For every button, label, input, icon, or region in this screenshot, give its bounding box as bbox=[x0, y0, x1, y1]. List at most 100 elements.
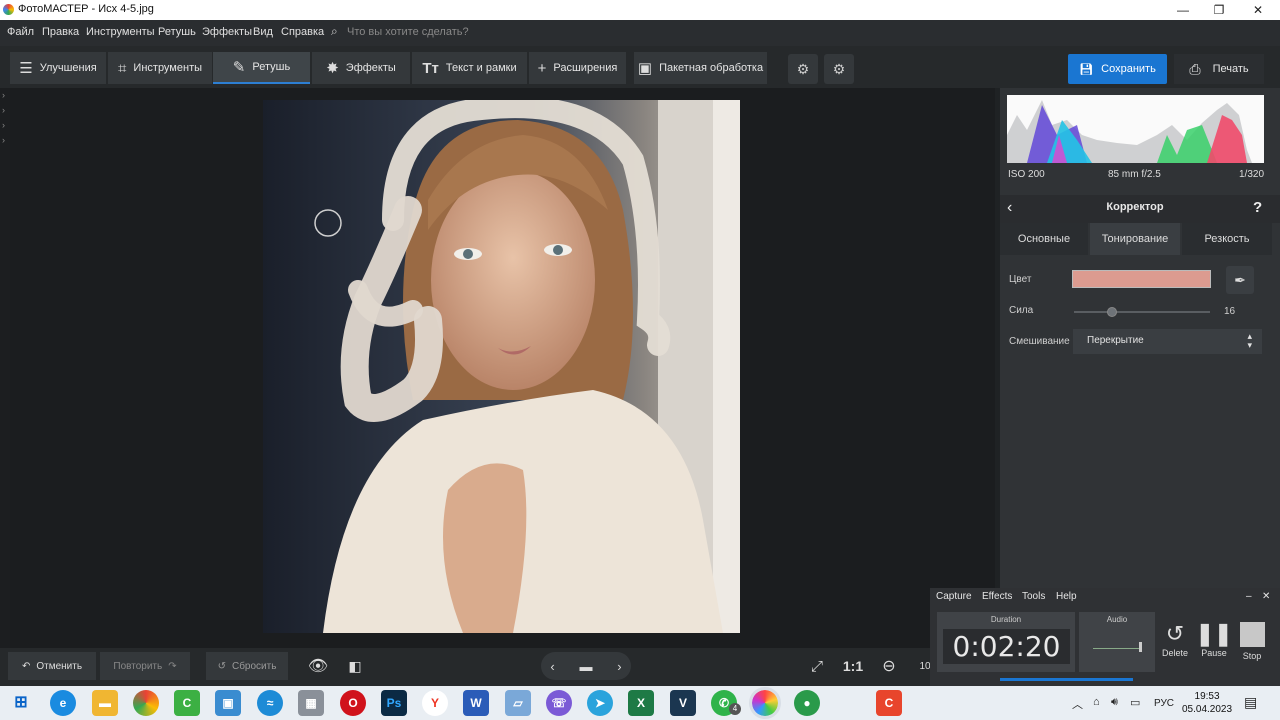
language-indicator[interactable]: РУС bbox=[1154, 698, 1174, 709]
close-icon[interactable]: ✕ bbox=[1240, 0, 1276, 20]
chevron-right-icon[interactable]: › bbox=[2, 120, 5, 130]
tab-effects[interactable]: ✸ Эффекты bbox=[312, 52, 410, 84]
minimize-icon[interactable]: — bbox=[1165, 0, 1201, 20]
chevron-right-icon[interactable]: › bbox=[2, 135, 5, 145]
capture-menu-effects[interactable]: Effects bbox=[982, 591, 1012, 602]
explorer-icon[interactable]: ▬ bbox=[92, 690, 118, 716]
compare-icon[interactable]: ◧ bbox=[340, 652, 370, 680]
excel-icon[interactable]: X bbox=[628, 690, 654, 716]
edge-icon[interactable]: e bbox=[50, 690, 76, 716]
reset-icon: ↺ bbox=[217, 660, 226, 672]
color-swatch[interactable] bbox=[1072, 270, 1211, 288]
tab-label: Пакетная обработка bbox=[659, 62, 764, 74]
redo-button[interactable]: Повторить ↷ bbox=[100, 652, 190, 680]
yandex-icon[interactable]: Y bbox=[422, 690, 448, 716]
photoshop-icon[interactable]: Ps bbox=[381, 690, 407, 716]
clock-date: 05.04.2023 bbox=[1182, 704, 1233, 715]
camtasia-icon[interactable]: C bbox=[174, 690, 200, 716]
tab-text-frames[interactable]: Tт Текст и рамки bbox=[412, 52, 527, 84]
telegram-icon[interactable]: ➤ bbox=[587, 690, 613, 716]
capture-close-icon[interactable]: ✕ bbox=[1262, 591, 1270, 602]
tab-improvements[interactable]: ☰ Улучшения bbox=[10, 52, 106, 84]
opera-icon[interactable]: O bbox=[340, 690, 366, 716]
capture-minimize-icon[interactable]: – bbox=[1246, 591, 1252, 602]
delete-button[interactable]: ↺ Delete bbox=[1155, 620, 1195, 658]
zoom-out-icon[interactable]: ⊖ bbox=[876, 652, 902, 680]
pause-icon: ❚❚ bbox=[1195, 621, 1233, 646]
leaf-app-icon[interactable]: ● bbox=[794, 690, 820, 716]
system-clock[interactable]: 19:53 05.04.2023 bbox=[1182, 690, 1232, 716]
visio-icon[interactable]: V bbox=[670, 690, 696, 716]
menu-edit[interactable]: Правка bbox=[42, 26, 79, 38]
audio-panel: Audio bbox=[1079, 612, 1155, 672]
sparkle-icon: ✸ bbox=[326, 60, 339, 77]
capture-menu-tools[interactable]: Tools bbox=[1022, 591, 1045, 602]
tab-toning[interactable]: Тонирование bbox=[1090, 223, 1180, 255]
blend-label: Смешивание bbox=[1009, 336, 1070, 347]
capture-menu-help[interactable]: Help bbox=[1056, 591, 1077, 602]
presets-add-icon[interactable]: ⚙ bbox=[788, 54, 818, 84]
save-label: Сохранить bbox=[1101, 63, 1156, 75]
menu-view[interactable]: Вид bbox=[253, 26, 273, 38]
presets-download-icon[interactable]: ⚙ bbox=[824, 54, 854, 84]
app-icon[interactable]: ▣ bbox=[215, 690, 241, 716]
tab-basic[interactable]: Основные bbox=[1000, 223, 1088, 255]
reset-button[interactable]: ↺ Сбросить bbox=[206, 652, 288, 680]
menu-file[interactable]: Файл bbox=[7, 26, 34, 38]
notes-icon[interactable]: ▱ bbox=[505, 690, 531, 716]
strength-label: Сила bbox=[1009, 305, 1034, 316]
camtasia-recorder-icon[interactable]: C bbox=[876, 690, 902, 716]
tray-network-icon[interactable]: ⌂ bbox=[1093, 696, 1100, 708]
save-button[interactable]: 💾︎ Сохранить bbox=[1068, 54, 1167, 84]
tray-volume-icon[interactable]: 🔊︎ bbox=[1111, 696, 1118, 709]
fit-screen-icon[interactable]: ⤢ bbox=[803, 652, 831, 680]
print-button[interactable]: ⎙ Печать bbox=[1174, 54, 1264, 84]
help-icon[interactable]: ? bbox=[1253, 199, 1262, 216]
pause-button[interactable]: ❚❚ Pause bbox=[1194, 620, 1234, 658]
menu-effects[interactable]: Эффекты bbox=[202, 26, 252, 38]
folder-icon[interactable]: ▬ bbox=[579, 659, 592, 674]
word-icon[interactable]: W bbox=[463, 690, 489, 716]
chrome-icon[interactable] bbox=[133, 690, 159, 716]
maximize-icon[interactable]: ❐ bbox=[1201, 0, 1237, 20]
search-input[interactable]: Что вы хотите сделать? bbox=[347, 26, 469, 38]
strength-slider[interactable] bbox=[1074, 311, 1210, 313]
windows-start-icon[interactable]: ⊞ bbox=[8, 690, 34, 716]
prev-chevron-icon[interactable]: ‹ bbox=[550, 659, 554, 674]
whatsapp-badge: 4 bbox=[729, 703, 741, 715]
tab-retouch[interactable]: ✎ Ретушь bbox=[213, 52, 310, 84]
menu-help[interactable]: Справка bbox=[281, 26, 324, 38]
menu-retouch[interactable]: Ретушь bbox=[158, 26, 196, 38]
chevron-right-icon[interactable]: › bbox=[2, 90, 5, 100]
preview-eye-icon[interactable]: 👁︎ bbox=[303, 652, 333, 680]
browser-icon[interactable]: ≈ bbox=[257, 690, 283, 716]
plus-icon: + bbox=[537, 59, 547, 77]
menu-tools[interactable]: Инструменты bbox=[86, 26, 155, 38]
undo-button[interactable]: ↶ Отменить bbox=[8, 652, 96, 680]
calculator-icon[interactable]: ▦ bbox=[298, 690, 324, 716]
zoom-1to1-button[interactable]: 1:1 bbox=[838, 652, 868, 680]
eyedropper-icon[interactable]: ✒ bbox=[1226, 266, 1254, 294]
fotomaster-icon[interactable] bbox=[749, 687, 781, 719]
tab-sharpness[interactable]: Резкость bbox=[1182, 223, 1272, 255]
tab-label: Ретушь bbox=[252, 61, 291, 73]
panel-accent-bar bbox=[1000, 678, 1133, 681]
audio-slider-icon[interactable] bbox=[1139, 642, 1142, 652]
capture-menu-capture[interactable]: Capture bbox=[936, 591, 972, 602]
tab-extensions[interactable]: + Расширения bbox=[529, 52, 626, 84]
tray-chevron-icon[interactable]: ︿ bbox=[1072, 696, 1083, 712]
tab-batch[interactable]: ▣ Пакетная обработка bbox=[634, 52, 767, 84]
viber-icon[interactable]: ☏ bbox=[546, 690, 572, 716]
strength-slider-thumb[interactable] bbox=[1107, 307, 1117, 317]
notifications-icon[interactable]: ▤ bbox=[1244, 694, 1257, 711]
blend-mode-select[interactable]: Перекрытие ▴ ▾ bbox=[1073, 329, 1262, 354]
exif-lens: 85 mm f/2.5 bbox=[1108, 169, 1161, 180]
stop-button[interactable]: Stop bbox=[1232, 620, 1272, 661]
next-chevron-icon[interactable]: › bbox=[617, 659, 621, 674]
tab-tools[interactable]: ⌗ Инструменты bbox=[108, 52, 212, 84]
tray-display-icon[interactable]: ▭ bbox=[1130, 696, 1140, 709]
stop-label: Stop bbox=[1242, 651, 1262, 661]
color-label: Цвет bbox=[1009, 274, 1032, 285]
photo-preview[interactable] bbox=[263, 100, 740, 633]
chevron-right-icon[interactable]: › bbox=[2, 105, 5, 115]
